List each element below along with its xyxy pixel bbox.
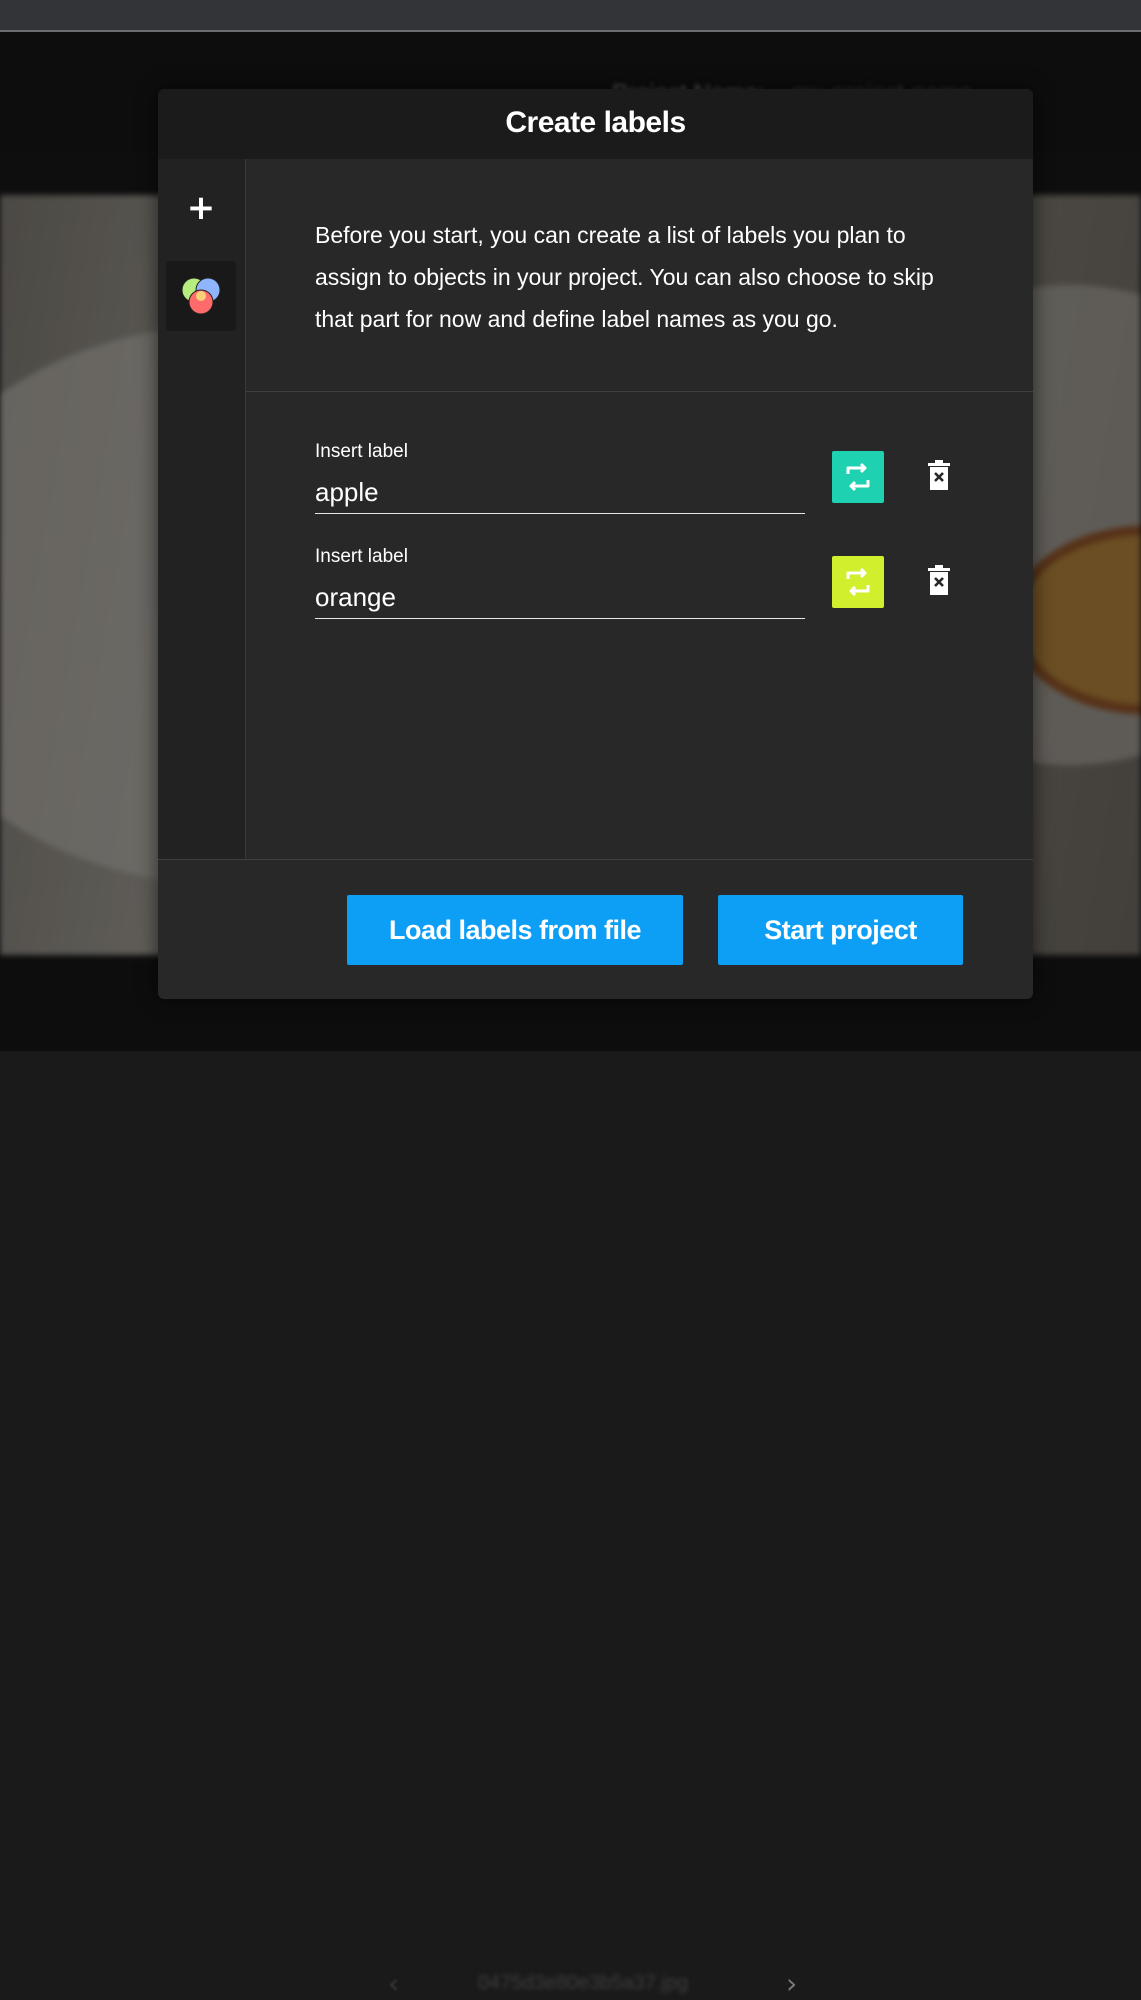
chevron-right-icon[interactable]: › — [786, 1967, 797, 2000]
modal-description: Before you start, you can create a list … — [315, 222, 934, 332]
section-divider — [246, 391, 1033, 392]
side-toolbar: + — [158, 159, 246, 860]
modal-title: Create labels — [505, 106, 686, 139]
footer-divider — [158, 859, 1033, 860]
label-name-input[interactable] — [315, 576, 805, 619]
delete-icon — [928, 460, 950, 490]
plus-icon: + — [186, 188, 216, 228]
refresh-color-icon — [846, 567, 870, 597]
create-labels-modal: Create labels + Before you start, you ca… — [158, 89, 1033, 999]
refresh-color-icon — [846, 462, 870, 492]
delete-label-button[interactable] — [919, 561, 959, 601]
chevron-left-icon[interactable]: ‹ — [388, 1967, 399, 2000]
delete-icon — [928, 565, 950, 595]
browser-top-bar — [0, 0, 1141, 32]
labels-tool-button[interactable] — [166, 261, 236, 331]
add-label-button[interactable]: + — [181, 188, 221, 228]
delete-label-button[interactable] — [919, 456, 959, 496]
color-circles-icon — [181, 277, 221, 315]
start-project-button[interactable]: Start project — [718, 895, 963, 965]
label-row: Insert label — [315, 441, 1033, 541]
load-labels-button[interactable]: Load labels from file — [347, 895, 683, 965]
change-color-button[interactable] — [832, 556, 884, 608]
label-field-caption: Insert label — [315, 546, 408, 567]
label-row: Insert label — [315, 546, 1033, 646]
label-field-caption: Insert label — [315, 441, 408, 462]
label-name-input[interactable] — [315, 471, 805, 514]
change-color-button[interactable] — [832, 451, 884, 503]
modal-header: Create labels — [158, 89, 1033, 159]
image-file-name: 0475d3e80e3b5a37.jpg — [478, 1972, 689, 1994]
